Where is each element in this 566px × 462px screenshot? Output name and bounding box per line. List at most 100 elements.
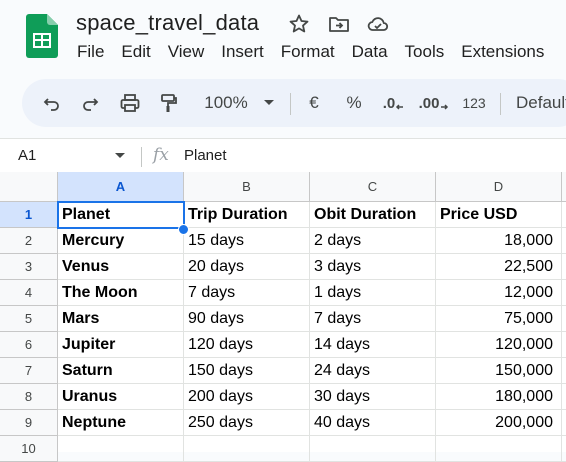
- chevron-down-icon[interactable]: [114, 152, 126, 160]
- fill-handle[interactable]: [178, 224, 189, 235]
- row-header-2[interactable]: 2: [0, 228, 58, 254]
- print-icon: [120, 94, 140, 112]
- formula-bar: A1 fx Planet: [0, 138, 566, 173]
- cell-b4[interactable]: 7 days: [184, 280, 310, 306]
- cell-c8[interactable]: 30 days: [310, 384, 436, 410]
- cell-c5[interactable]: 7 days: [310, 306, 436, 332]
- row-header-3[interactable]: 3: [0, 254, 58, 280]
- cell-c2[interactable]: 2 days: [310, 228, 436, 254]
- row-header-7[interactable]: 7: [0, 358, 58, 384]
- menu-view[interactable]: View: [168, 42, 205, 61]
- name-box[interactable]: A1: [18, 147, 36, 164]
- cell-d5[interactable]: 75,000: [436, 306, 562, 332]
- cell-c3[interactable]: 3 days: [310, 254, 436, 280]
- cloud-status-icon[interactable]: [366, 12, 390, 36]
- cell-c6[interactable]: 14 days: [310, 332, 436, 358]
- sheets-logo-icon[interactable]: [26, 14, 58, 58]
- cell-d8[interactable]: 180,000: [436, 384, 562, 410]
- cell-c9[interactable]: 40 days: [310, 410, 436, 436]
- cell-c4[interactable]: 1 days: [310, 280, 436, 306]
- row-header-4[interactable]: 4: [0, 280, 58, 306]
- menu-edit[interactable]: Edit: [121, 42, 150, 61]
- column-header-e[interactable]: [562, 172, 566, 202]
- cell-d1[interactable]: Price USD: [436, 202, 562, 228]
- cell-e8[interactable]: [562, 384, 566, 410]
- cell-e4[interactable]: [562, 280, 566, 306]
- menu-format[interactable]: Format: [281, 42, 335, 61]
- cell-c7[interactable]: 24 days: [310, 358, 436, 384]
- cell-a9[interactable]: Neptune: [58, 410, 184, 436]
- row-header-10[interactable]: 10: [0, 436, 58, 462]
- cell-e10[interactable]: [562, 436, 566, 462]
- menu-tools[interactable]: Tools: [405, 42, 445, 61]
- column-header-a[interactable]: A: [58, 172, 184, 202]
- number-format-button[interactable]: 123: [458, 79, 490, 127]
- cell-a6[interactable]: Jupiter: [58, 332, 184, 358]
- cell-d9[interactable]: 200,000: [436, 410, 562, 436]
- cell-c1[interactable]: Obit Duration: [310, 202, 436, 228]
- star-icon[interactable]: [287, 12, 311, 36]
- redo-button[interactable]: [76, 79, 104, 127]
- cell-d2[interactable]: 18,000: [436, 228, 562, 254]
- cell-b8[interactable]: 200 days: [184, 384, 310, 410]
- paint-format-button[interactable]: [154, 79, 182, 127]
- percent-format-button[interactable]: %: [342, 79, 366, 127]
- formula-input[interactable]: Planet: [184, 147, 227, 164]
- column-header-c[interactable]: C: [310, 172, 436, 202]
- row-header-1[interactable]: 1: [0, 202, 58, 228]
- menu-data[interactable]: Data: [352, 42, 388, 61]
- cell-b2[interactable]: 15 days: [184, 228, 310, 254]
- chevron-down-icon: [264, 100, 274, 105]
- cell-a2[interactable]: Mercury: [58, 228, 184, 254]
- zoom-dropdown[interactable]: [258, 79, 280, 127]
- cell-e3[interactable]: [562, 254, 566, 280]
- cell-d6[interactable]: 120,000: [436, 332, 562, 358]
- cell-a1[interactable]: Planet: [58, 202, 184, 228]
- menu-file[interactable]: File: [77, 42, 104, 61]
- cell-d10[interactable]: [436, 436, 562, 462]
- cell-a8[interactable]: Uranus: [58, 384, 184, 410]
- cell-e1[interactable]: [562, 202, 566, 228]
- undo-button[interactable]: [38, 79, 66, 127]
- cell-d4[interactable]: 12,000: [436, 280, 562, 306]
- print-button[interactable]: [116, 79, 144, 127]
- menu-insert[interactable]: Insert: [221, 42, 264, 61]
- cell-e9[interactable]: [562, 410, 566, 436]
- cell-e6[interactable]: [562, 332, 566, 358]
- cell-e2[interactable]: [562, 228, 566, 254]
- cell-d7[interactable]: 150,000: [436, 358, 562, 384]
- select-all-corner[interactable]: [0, 172, 58, 202]
- column-header-d[interactable]: D: [436, 172, 562, 202]
- cell-e5[interactable]: [562, 306, 566, 332]
- currency-format-button[interactable]: €: [302, 79, 326, 127]
- row-header-5[interactable]: 5: [0, 306, 58, 332]
- cell-b9[interactable]: 250 days: [184, 410, 310, 436]
- function-icon: fx: [153, 145, 169, 165]
- row-header-9[interactable]: 9: [0, 410, 58, 436]
- cell-c10[interactable]: [310, 436, 436, 462]
- menu-extensions[interactable]: Extensions: [461, 42, 544, 61]
- move-to-folder-icon[interactable]: [327, 12, 351, 36]
- redo-icon: [83, 98, 99, 111]
- column-header-b[interactable]: B: [184, 172, 310, 202]
- cell-e7[interactable]: [562, 358, 566, 384]
- cell-a5[interactable]: Mars: [58, 306, 184, 332]
- zoom-select[interactable]: 100%: [198, 79, 254, 127]
- cell-b5[interactable]: 90 days: [184, 306, 310, 332]
- cell-b10[interactable]: [184, 436, 310, 462]
- cell-b1[interactable]: Trip Duration: [184, 202, 310, 228]
- cell-b3[interactable]: 20 days: [184, 254, 310, 280]
- cell-a4[interactable]: The Moon: [58, 280, 184, 306]
- cell-b6[interactable]: 120 days: [184, 332, 310, 358]
- cell-b7[interactable]: 150 days: [184, 358, 310, 384]
- cell-d3[interactable]: 22,500: [436, 254, 562, 280]
- decrease-decimal-button[interactable]: .0: [378, 79, 410, 127]
- document-title[interactable]: space_travel_data: [76, 10, 259, 36]
- cell-a10[interactable]: [58, 436, 184, 462]
- row-header-6[interactable]: 6: [0, 332, 58, 358]
- cell-a3[interactable]: Venus: [58, 254, 184, 280]
- font-family-select[interactable]: Default: [516, 79, 566, 127]
- row-header-8[interactable]: 8: [0, 384, 58, 410]
- increase-decimal-button[interactable]: .00: [416, 79, 452, 127]
- cell-a7[interactable]: Saturn: [58, 358, 184, 384]
